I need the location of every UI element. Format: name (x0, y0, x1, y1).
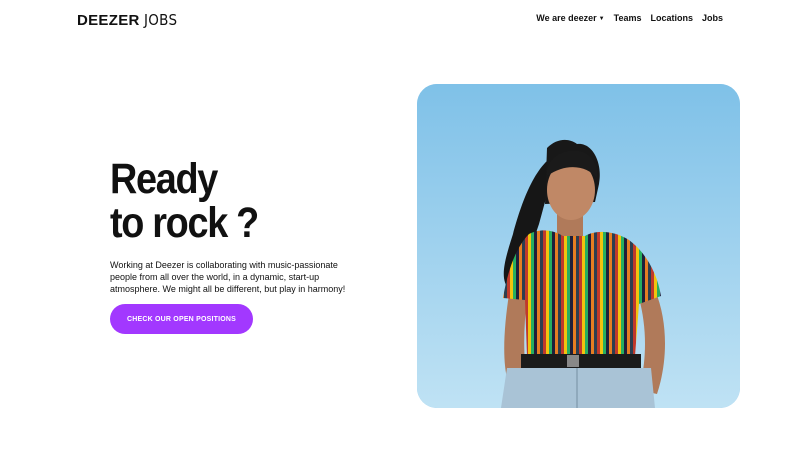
nav-item-teams[interactable]: Teams (614, 13, 642, 23)
nav-item-locations[interactable]: Locations (650, 13, 693, 23)
deezer-jobs-logo[interactable]: DEEZER JOBS (77, 11, 181, 29)
nav-item-label: Locations (650, 13, 693, 23)
logo-suffix: JOBS (143, 11, 177, 29)
check-open-positions-button[interactable]: CHECK OUR OPEN POSITIONS (110, 304, 253, 334)
hero-photo (417, 84, 740, 408)
nav-item-label: Teams (613, 13, 642, 23)
chevron-down-icon: ▼ (598, 15, 605, 22)
hero-description: Working at Deezer is collaborating with … (110, 260, 346, 294)
logo-brand: DEEZER (77, 11, 140, 29)
hero-title-line-1: Ready (110, 155, 218, 203)
hero-title-line-2: to rock ? (110, 199, 259, 247)
nav-item-label: We are deezer (536, 13, 597, 23)
person-photo-illustration (417, 84, 740, 408)
nav-item-jobs[interactable]: Jobs (702, 13, 723, 23)
nav-item-we-are-deezer[interactable]: We are deezer ▼ (536, 13, 604, 23)
nav-item-label: Jobs (701, 13, 723, 23)
hero-title: Ready to rock ? (110, 155, 259, 247)
main-nav: We are deezer ▼ Teams Locations Jobs (536, 13, 723, 23)
